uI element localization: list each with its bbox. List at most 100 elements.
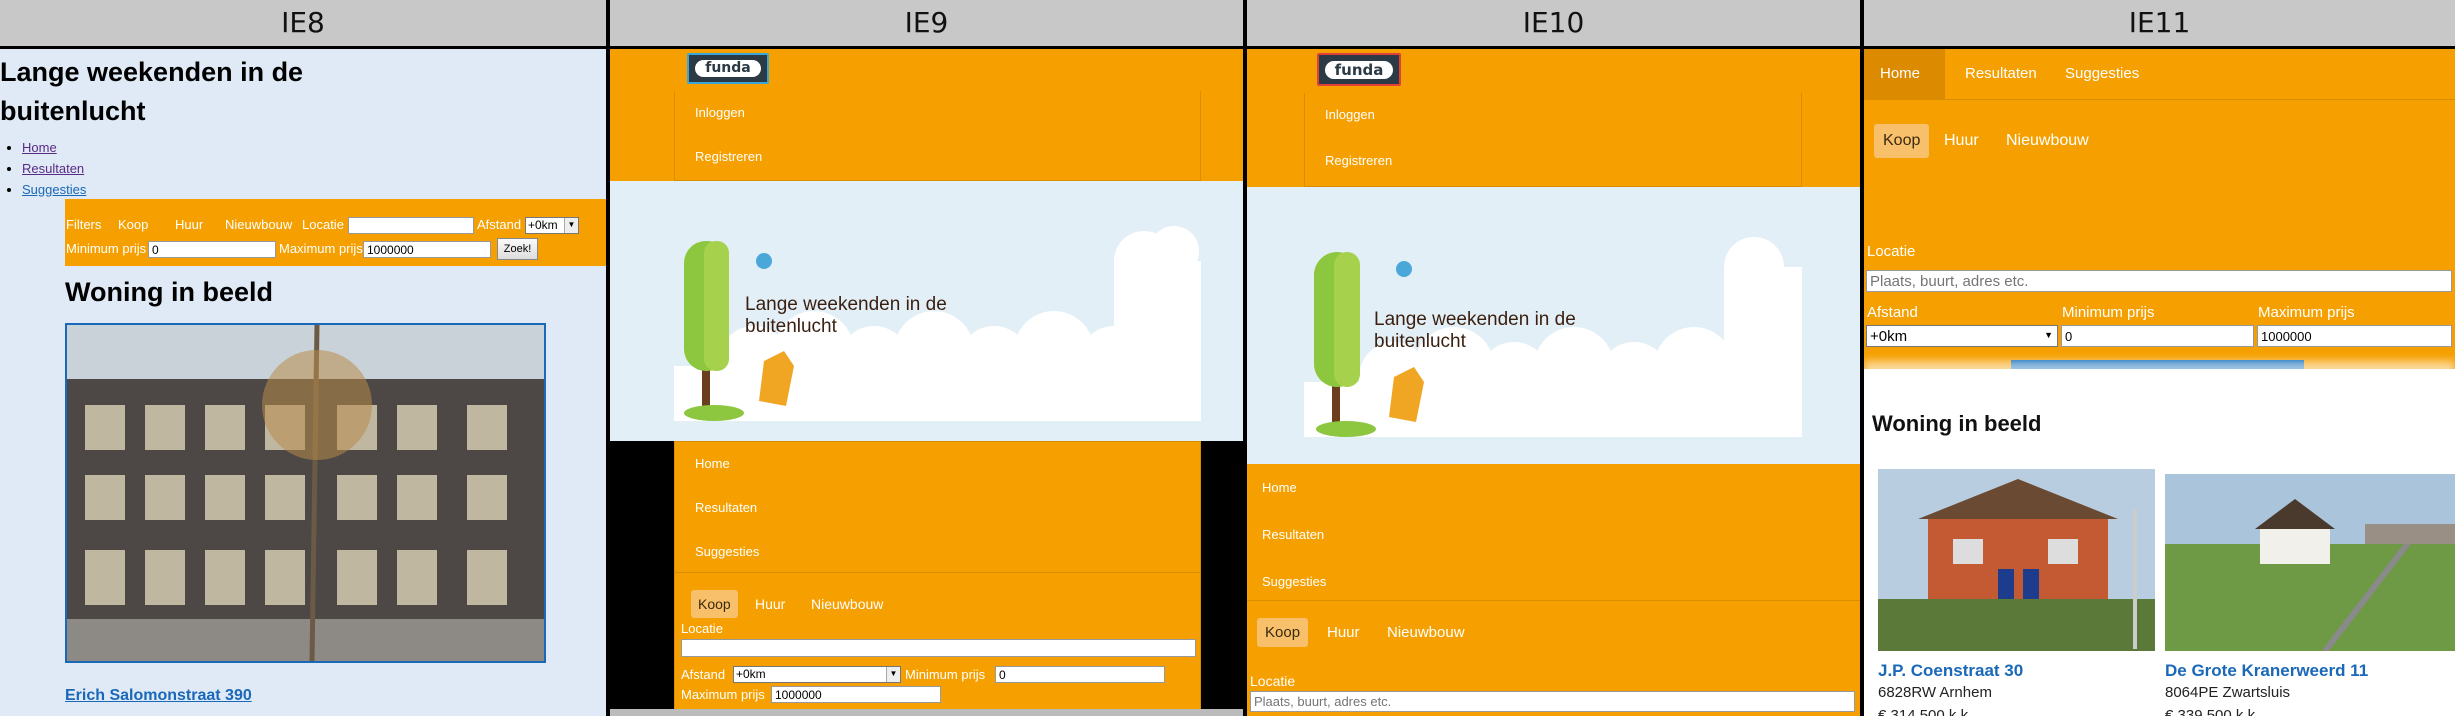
panel-label: IE8 <box>0 0 606 46</box>
tab-huur[interactable]: Huur <box>175 217 203 232</box>
panel-ie8: IE8 Lange weekenden in de buitenlucht Ho… <box>0 0 606 716</box>
max-price-input[interactable] <box>771 686 941 703</box>
tab-nieuwbouw[interactable]: Nieuwbouw <box>811 596 883 612</box>
tab-huur[interactable]: Huur <box>1327 624 1360 641</box>
listing-title-1[interactable]: J.P. Coenstraat 30 <box>1878 661 2023 681</box>
min-price-input[interactable] <box>2061 325 2254 347</box>
afstand-value: +0km <box>1870 328 1908 345</box>
chevron-down-icon: ▼ <box>886 667 900 682</box>
tab-koop[interactable]: Koop <box>118 217 148 232</box>
locatie-label: Locatie <box>1250 673 1296 689</box>
locatie-label: Locatie <box>1867 243 1916 260</box>
main-nav: Home Resultaten Suggesties <box>22 137 86 200</box>
afstand-select[interactable]: +0km ▼ <box>525 217 579 234</box>
tab-nieuwbouw[interactable]: Nieuwbouw <box>1387 624 1465 641</box>
account-menu: Inloggen Registreren <box>1304 93 1802 187</box>
nav-home[interactable]: Home <box>695 456 730 471</box>
locatie-input[interactable] <box>1250 691 1855 712</box>
hero-banner: Lange weekenden in de buitenlucht <box>1247 187 1860 464</box>
funda-logo[interactable]: funda <box>1317 53 1401 86</box>
nav-home-link[interactable]: Home <box>22 140 57 155</box>
chevron-down-icon: ▼ <box>2044 330 2053 340</box>
main-nav: Home Resultaten Suggesties Koop Huur Nie… <box>1247 464 1860 716</box>
locatie-label: Locatie <box>302 217 344 232</box>
filters-label: Filters <box>66 217 102 232</box>
panel-label: IE10 <box>1247 0 1860 46</box>
min-price-label: Minimum prijs <box>66 241 147 256</box>
nav-home[interactable]: Home <box>1880 65 1920 82</box>
ie10-page: funda Inloggen Registreren Lange weekend… <box>1247 49 1860 716</box>
tab-huur[interactable]: Huur <box>1944 132 1979 150</box>
register-link[interactable]: Registreren <box>1325 153 1392 168</box>
tab-koop[interactable]: Koop <box>1257 618 1309 647</box>
panel-label: IE9 <box>610 0 1243 46</box>
listing-photo[interactable] <box>65 323 546 663</box>
afstand-value: +0km <box>736 667 766 681</box>
hero-title: Lange weekenden in de buitenlucht <box>1374 309 1576 352</box>
min-price-label: Minimum prijs <box>2062 304 2155 321</box>
panel-ie9: IE9 funda Inloggen Registreren Lange wee… <box>610 0 1243 716</box>
tab-koop[interactable]: Koop <box>691 590 738 618</box>
panel-ie11: IE11 Home Resultaten Suggesties Koop Huu… <box>1864 0 2455 716</box>
max-price-label: Maximum prijs <box>279 241 363 256</box>
locatie-input[interactable] <box>1866 270 2452 292</box>
tab-koop[interactable]: Koop <box>1874 124 1930 158</box>
listing-link[interactable]: Erich Salomonstraat 390 <box>65 687 252 705</box>
afstand-select[interactable]: +0km ▼ <box>733 666 901 683</box>
nav-suggestions-link[interactable]: Suggesties <box>22 182 86 197</box>
logo-text: funda <box>1325 61 1393 79</box>
logo-text: funda <box>695 60 761 77</box>
listing-photo-1[interactable] <box>1878 469 2155 651</box>
listing-price-2: € 339.500 k.k. <box>2165 707 2260 716</box>
afstand-label: Afstand <box>681 667 726 682</box>
hero-title: Lange weekenden in de buitenlucht <box>745 294 947 337</box>
listing-photo-2[interactable] <box>2165 474 2455 651</box>
nav-suggestions[interactable]: Suggesties <box>1262 574 1326 589</box>
account-menu: Inloggen Registreren <box>674 91 1201 181</box>
max-price-input[interactable] <box>2257 325 2452 347</box>
tab-nieuwbouw[interactable]: Nieuwbouw <box>225 217 292 232</box>
chevron-down-icon: ▼ <box>564 218 578 233</box>
min-price-label: Minimum prijs <box>905 667 986 682</box>
afstand-value: +0km <box>528 218 558 232</box>
listing-address-1: 6828RW Arnhem <box>1878 684 1992 701</box>
nav-results[interactable]: Resultaten <box>695 500 757 515</box>
listing-price-1: € 314.500 k.k. <box>1878 707 1973 716</box>
main-nav: Home Resultaten Suggesties Koop Huur Nie… <box>674 441 1201 716</box>
max-price-input[interactable] <box>363 241 491 258</box>
listing-title-2[interactable]: De Grote Kranerweerd 11 <box>2165 661 2368 681</box>
afstand-label: Afstand <box>477 217 522 232</box>
house-photo <box>67 325 544 661</box>
horizontal-scrollbar[interactable] <box>610 709 1243 716</box>
login-link[interactable]: Inloggen <box>695 105 745 120</box>
nav-home[interactable]: Home <box>1262 480 1297 495</box>
min-price-input[interactable] <box>148 241 276 258</box>
funda-logo[interactable]: funda <box>687 53 769 84</box>
nav-suggestions[interactable]: Suggesties <box>695 544 759 559</box>
house-photo <box>1878 469 2155 651</box>
locatie-input[interactable] <box>348 217 474 234</box>
panel-ie10: IE10 funda Inloggen Registreren Lange we… <box>1247 0 1860 716</box>
panel-label: IE11 <box>1864 0 2455 46</box>
min-price-input[interactable] <box>995 666 1165 683</box>
tab-huur[interactable]: Huur <box>755 596 785 612</box>
search-filters: Filters Koop Huur Nieuwbouw Locatie Afst… <box>65 199 606 266</box>
house-photo <box>2165 474 2455 651</box>
tab-nieuwbouw[interactable]: Nieuwbouw <box>2006 132 2089 150</box>
nav-results-link[interactable]: Resultaten <box>22 161 84 176</box>
hero-title: Lange weekenden in de buitenlucht <box>0 57 304 126</box>
nav-results[interactable]: Resultaten <box>1965 65 2037 82</box>
ie8-page: Lange weekenden in de buitenlucht Home R… <box>0 49 606 716</box>
register-link[interactable]: Registreren <box>695 149 762 164</box>
search-button[interactable]: Zoek! <box>497 238 538 260</box>
listing-address-2: 8064PE Zwartsluis <box>2165 684 2291 701</box>
afstand-select[interactable]: +0km ▼ <box>1866 325 2058 347</box>
locatie-input[interactable] <box>681 639 1196 657</box>
afstand-label: Afstand <box>1867 304 1918 321</box>
ie11-page: Home Resultaten Suggesties Koop Huur Nie… <box>1864 49 2455 716</box>
login-link[interactable]: Inloggen <box>1325 107 1375 122</box>
top-nav: Home Resultaten Suggesties <box>1864 49 2455 99</box>
nav-suggestions[interactable]: Suggesties <box>2065 65 2139 82</box>
ie9-page: funda Inloggen Registreren Lange weekend… <box>610 49 1243 716</box>
nav-results[interactable]: Resultaten <box>1262 527 1324 542</box>
